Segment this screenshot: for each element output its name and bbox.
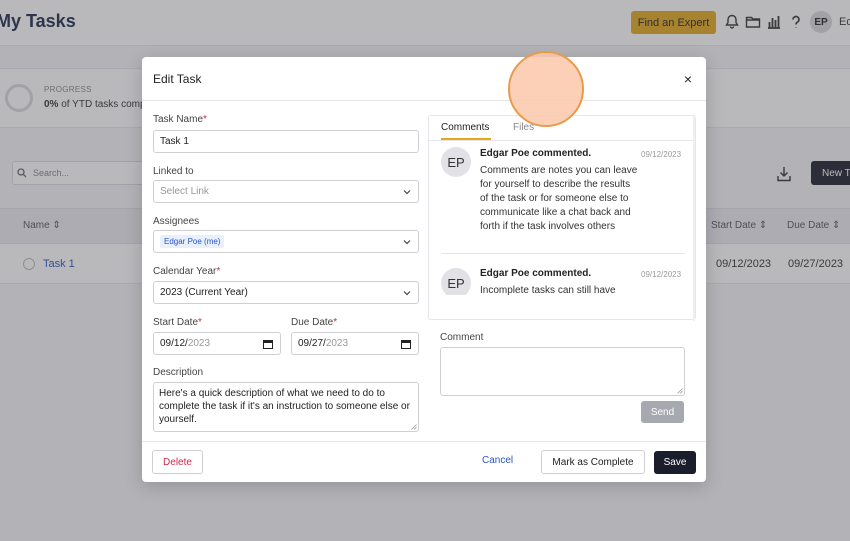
resize-handle-icon[interactable] — [411, 424, 417, 430]
description-textarea[interactable]: Here's a quick description of what we ne… — [153, 382, 419, 432]
calendar-icon[interactable] — [263, 339, 273, 349]
linked-to-select[interactable]: Select Link — [153, 180, 419, 203]
resize-handle-icon[interactable] — [677, 388, 683, 394]
linked-to-label: Linked to — [153, 166, 194, 177]
start-date-year: 2023 — [187, 338, 211, 349]
assignees-select[interactable]: Edgar Poe (me) — [153, 230, 419, 253]
task-name-label-text: Task Name — [153, 114, 204, 125]
comment-date: 09/12/2023 — [641, 270, 682, 279]
comment-author: Edgar Poe commented. — [480, 148, 592, 159]
cancel-button[interactable]: Cancel — [482, 455, 513, 466]
close-icon[interactable]: × — [682, 72, 694, 86]
start-date-value: 09/12/ — [160, 338, 188, 349]
comment-input[interactable] — [440, 347, 685, 396]
edit-task-modal: Edit Task × Task Name* Task 1 Linked to … — [142, 57, 706, 482]
description-text: Here's a quick description of what we ne… — [159, 388, 410, 425]
comment-list[interactable]: EP Edgar Poe commented. 09/12/2023 Comme… — [429, 141, 695, 295]
comments-panel: Comments Files EP Edgar Poe commented. 0… — [428, 115, 696, 321]
comment-date: 09/12/2023 — [641, 150, 682, 159]
start-date-label-text: Start Date — [153, 317, 199, 328]
due-date-label-text: Due Date — [291, 317, 334, 328]
task-name-label: Task Name* — [153, 114, 207, 125]
required-marker: * — [203, 114, 207, 125]
save-button[interactable]: Save — [654, 451, 696, 474]
comment-body: Comments are notes you can leave for you… — [480, 165, 638, 232]
description-label: Description — [153, 367, 204, 378]
chevron-down-icon — [403, 189, 411, 194]
calendar-icon[interactable] — [401, 339, 411, 349]
tab-comments[interactable]: Comments — [441, 122, 489, 133]
comment-author: Edgar Poe commented. — [480, 268, 592, 279]
modal-header — [142, 57, 706, 101]
assignee-tag[interactable]: Edgar Poe (me) — [160, 235, 225, 248]
due-date-year: 2023 — [325, 338, 349, 349]
task-name-input[interactable]: Task 1 — [153, 130, 419, 153]
avatar: EP — [441, 268, 471, 295]
assignees-label: Assignees — [153, 216, 200, 227]
comment-scrollbar[interactable] — [693, 116, 695, 321]
start-date-label: Start Date* — [153, 317, 202, 328]
due-date-label: Due Date* — [291, 317, 337, 328]
calendar-year-label-text: Calendar Year — [153, 266, 217, 277]
required-marker: * — [216, 266, 221, 277]
delete-button[interactable]: Delete — [152, 450, 203, 474]
calendar-year-select[interactable]: 2023 (Current Year) — [153, 281, 419, 304]
required-marker: * — [333, 317, 338, 328]
chevron-down-icon — [403, 239, 411, 244]
modal-title: Edit Task — [153, 72, 202, 86]
start-date-input[interactable]: 09/12/2023 — [153, 332, 281, 355]
linked-to-placeholder: Select Link — [160, 186, 209, 197]
due-date-value: 09/27/ — [298, 338, 326, 349]
calendar-year-label: Calendar Year* — [153, 266, 220, 277]
send-button[interactable]: Send — [641, 401, 684, 423]
chevron-down-icon — [403, 290, 411, 295]
avatar: EP — [441, 147, 471, 177]
comment-body: Incomplete tasks can still have — [480, 285, 616, 295]
calendar-year-value: 2023 (Current Year) — [160, 287, 248, 298]
click-indicator — [508, 51, 584, 127]
comment-divider — [441, 253, 685, 254]
required-marker: * — [198, 317, 202, 328]
comment-label: Comment — [440, 332, 484, 343]
mark-complete-button[interactable]: Mark as Complete — [541, 450, 645, 474]
due-date-input[interactable]: 09/27/2023 — [291, 332, 419, 355]
